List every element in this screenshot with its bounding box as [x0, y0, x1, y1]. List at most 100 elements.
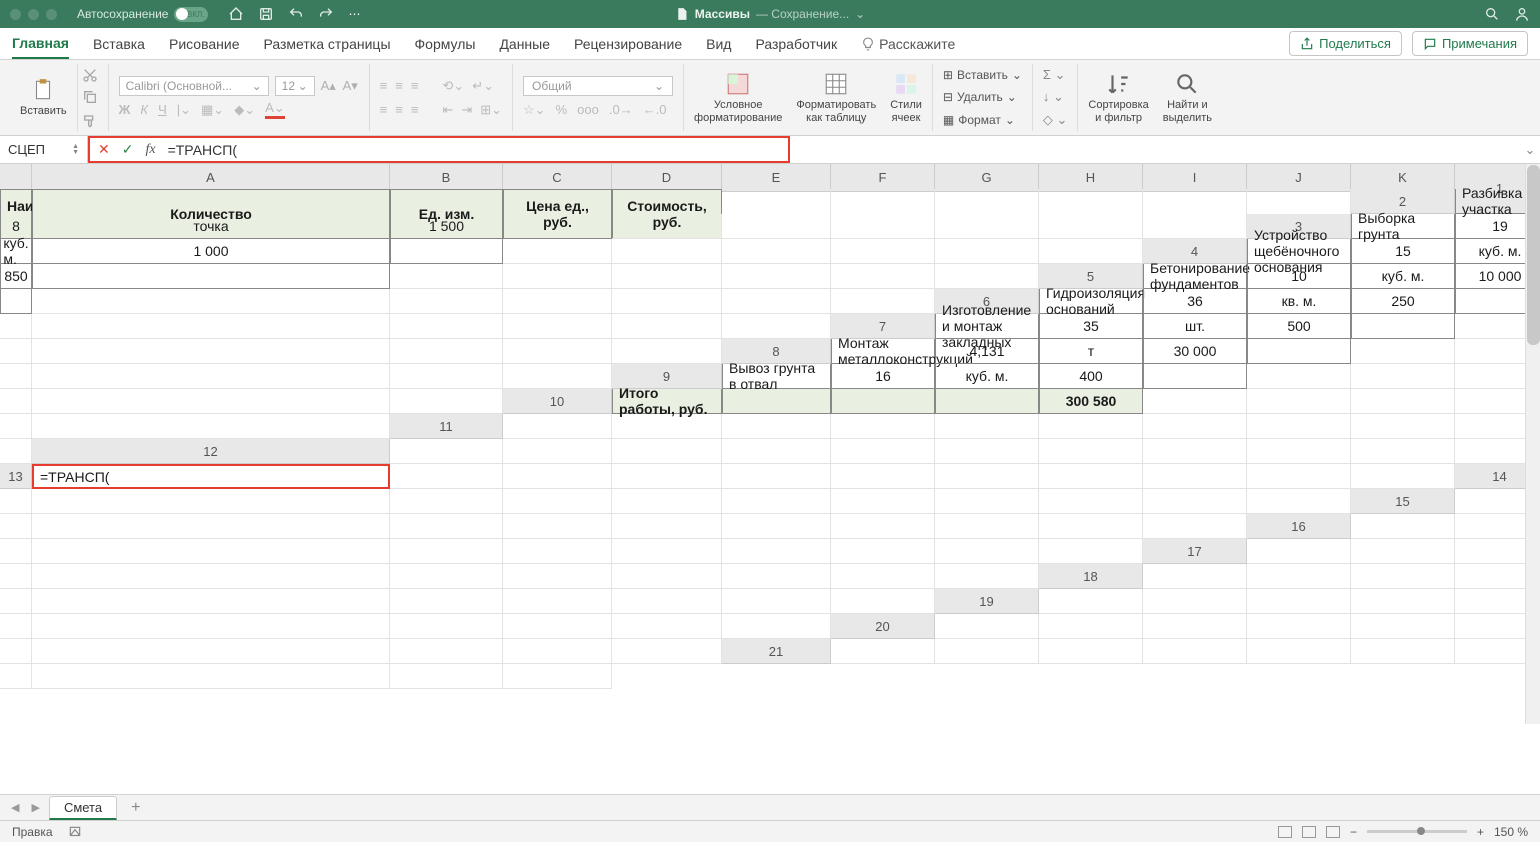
- page-layout-icon[interactable]: [1302, 826, 1316, 838]
- cell-E11[interactable]: [935, 414, 1039, 439]
- cell-F4[interactable]: [390, 264, 503, 289]
- data-cell-D4[interactable]: 850: [0, 264, 32, 289]
- cell-D15[interactable]: [390, 514, 503, 539]
- cell-C20[interactable]: [1143, 614, 1247, 639]
- cell-H21[interactable]: [0, 664, 32, 689]
- cell-J5[interactable]: [722, 289, 831, 314]
- number-format-combo[interactable]: Общий⌄: [523, 76, 673, 96]
- formula-rest[interactable]: [790, 136, 1520, 163]
- more-icon[interactable]: ⋯: [348, 7, 360, 21]
- data-cell-C2[interactable]: точка: [32, 214, 390, 239]
- dedent-icon[interactable]: ⇤: [442, 102, 453, 118]
- page-break-icon[interactable]: [1326, 826, 1340, 838]
- cell-G3[interactable]: [612, 239, 722, 264]
- cell-H2[interactable]: [831, 214, 935, 239]
- align-left-icon[interactable]: ≡: [380, 102, 388, 117]
- save-icon[interactable]: [258, 6, 274, 22]
- comments-button[interactable]: Примечания: [1412, 31, 1528, 56]
- cell-K6[interactable]: [722, 314, 831, 339]
- data-cell-E4[interactable]: [32, 264, 390, 289]
- cell-I17[interactable]: [722, 564, 831, 589]
- data-cell-A9[interactable]: Вывоз грунта в отвал: [722, 364, 831, 389]
- data-cell-E8[interactable]: [1247, 339, 1351, 364]
- vertical-scrollbar[interactable]: [1525, 164, 1540, 724]
- data-cell-C9[interactable]: куб. м.: [935, 364, 1039, 389]
- cell-H14[interactable]: [935, 489, 1039, 514]
- data-cell-E7[interactable]: [1351, 314, 1455, 339]
- grid[interactable]: ABCDEFGHIJK1Наименование работКоличество…: [0, 164, 1540, 689]
- name-box-spin[interactable]: ▲▼: [72, 144, 79, 156]
- data-cell-D7[interactable]: 500: [1247, 314, 1351, 339]
- cell-D17[interactable]: [0, 564, 32, 589]
- enter-icon[interactable]: ✓: [122, 141, 134, 158]
- switch-icon[interactable]: ВКЛ.: [174, 7, 208, 22]
- grow-font-icon[interactable]: A▴: [321, 78, 337, 94]
- cell-G5[interactable]: [390, 289, 503, 314]
- name-box[interactable]: СЦЕП ▲▼: [0, 136, 88, 163]
- cell-E13[interactable]: [722, 464, 831, 489]
- cell-I8[interactable]: [32, 364, 390, 389]
- indent-icon[interactable]: ⇥: [461, 102, 472, 118]
- cell-G7[interactable]: [0, 339, 32, 364]
- font-combo[interactable]: Calibri (Основной...⌄: [119, 76, 269, 96]
- cell-E17[interactable]: [32, 564, 390, 589]
- cell-E16[interactable]: [390, 539, 503, 564]
- cell-H16[interactable]: [722, 539, 831, 564]
- strike-icon[interactable]: |⌄: [177, 102, 191, 118]
- cell-F12[interactable]: [935, 439, 1039, 464]
- tab-review[interactable]: Рецензирование: [574, 30, 682, 58]
- cell-G15[interactable]: [722, 514, 831, 539]
- cell-H5[interactable]: [503, 289, 612, 314]
- cell-K21[interactable]: [503, 664, 612, 689]
- shrink-font-icon[interactable]: A▾: [343, 78, 359, 94]
- cell-A20[interactable]: [935, 614, 1039, 639]
- cell-G11[interactable]: [1143, 414, 1247, 439]
- cell-I21[interactable]: [32, 664, 390, 689]
- cell-B17[interactable]: [1351, 539, 1455, 564]
- cell-F8[interactable]: [1351, 339, 1455, 364]
- tab-next-icon[interactable]: ▶: [28, 801, 42, 814]
- cell-F6[interactable]: [0, 314, 32, 339]
- conditional-format-button[interactable]: Условное форматирование: [694, 71, 782, 124]
- orient-icon[interactable]: ⟲⌄: [442, 78, 464, 94]
- cell-E12[interactable]: [831, 439, 935, 464]
- row-header-11[interactable]: 11: [390, 414, 503, 439]
- row-header-16[interactable]: 16: [1247, 514, 1351, 539]
- data-cell-D8[interactable]: 30 000: [1143, 339, 1247, 364]
- cell-H6[interactable]: [390, 314, 503, 339]
- data-cell-E3[interactable]: [390, 239, 503, 264]
- tab-data[interactable]: Данные: [499, 30, 550, 58]
- format-table-button[interactable]: Форматировать как таблицу: [796, 71, 876, 124]
- merge-icon[interactable]: ⊞⌄: [480, 102, 502, 118]
- row-header-21[interactable]: 21: [722, 639, 831, 664]
- cell-C12[interactable]: [612, 439, 722, 464]
- data-cell-A3[interactable]: Выборка грунта: [1351, 214, 1455, 239]
- row-header-17[interactable]: 17: [1143, 539, 1247, 564]
- cell-I7[interactable]: [390, 339, 503, 364]
- border-icon[interactable]: ▦⌄: [201, 102, 224, 118]
- tab-formulas[interactable]: Формулы: [415, 30, 476, 58]
- col-header-B[interactable]: B: [390, 164, 503, 192]
- inc-dec-icon[interactable]: .0→: [609, 102, 633, 117]
- cell-G16[interactable]: [612, 539, 722, 564]
- col-header-K[interactable]: K: [1351, 164, 1455, 192]
- cell-H20[interactable]: [32, 639, 390, 664]
- cell-I20[interactable]: [390, 639, 503, 664]
- zoom-slider[interactable]: [1367, 830, 1467, 833]
- percent-icon[interactable]: %: [556, 102, 568, 117]
- cell-E18[interactable]: [0, 589, 32, 614]
- cell-E15[interactable]: [503, 514, 612, 539]
- cell-D11[interactable]: [831, 414, 935, 439]
- col-header-G[interactable]: G: [935, 164, 1039, 192]
- cell-A14[interactable]: [0, 489, 32, 514]
- align-center-icon[interactable]: ≡: [395, 102, 403, 117]
- cell-G13[interactable]: [935, 464, 1039, 489]
- data-cell-E9[interactable]: [1143, 364, 1247, 389]
- cell-B15[interactable]: [0, 514, 32, 539]
- document-title[interactable]: Массивы — Сохранение... ⌄: [675, 7, 865, 21]
- cell-I14[interactable]: [1039, 489, 1143, 514]
- cell-J4[interactable]: [831, 264, 935, 289]
- row-header-13[interactable]: 13: [0, 464, 32, 489]
- cell-D12[interactable]: [722, 439, 831, 464]
- cell-F18[interactable]: [32, 589, 390, 614]
